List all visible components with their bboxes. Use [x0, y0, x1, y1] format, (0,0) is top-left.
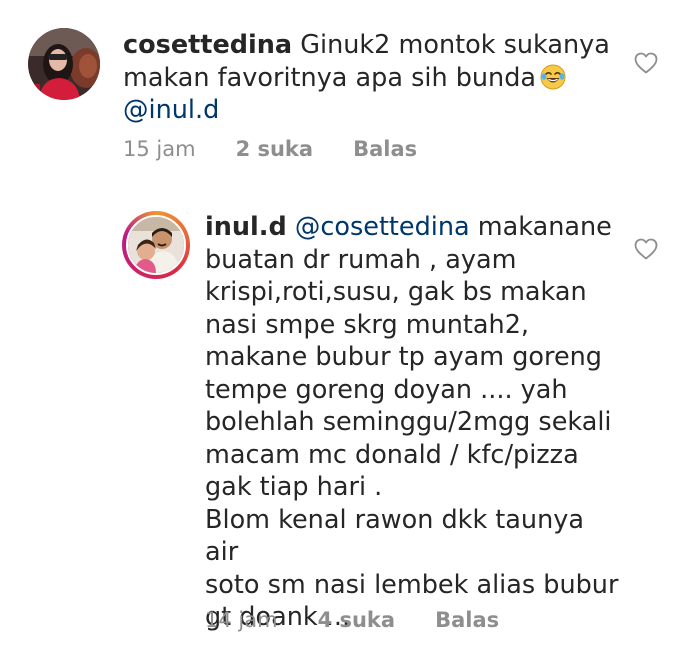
likes-count-button[interactable]: 2 suka: [236, 137, 314, 161]
reply-meta: 14 jam 4 suka Balas: [205, 608, 539, 632]
avatar-inul-d[interactable]: [126, 215, 186, 275]
reply-button[interactable]: Balas: [353, 137, 417, 161]
mention-link[interactable]: @inul.d: [123, 95, 219, 125]
mention-link[interactable]: @cosettedina: [295, 212, 470, 242]
avatar-cosettedina[interactable]: [28, 28, 100, 100]
comment-body: cosettedina Ginuk2 montok sukanya makan …: [123, 29, 623, 127]
tears-of-joy-emoji-icon: [540, 64, 566, 90]
heart-outline-icon[interactable]: [634, 52, 658, 74]
comment-timestamp: 15 jam: [123, 137, 196, 161]
comment-text-line: gak tiap hari .: [205, 472, 383, 502]
comment-text-line: makanane: [477, 212, 612, 242]
comment-text-line: buatan dr rumah , ayam: [205, 244, 517, 275]
likes-count-button[interactable]: 4 suka: [318, 608, 396, 632]
comment-text-line: makane bubur tp ayam goreng: [205, 342, 602, 372]
reply-button[interactable]: Balas: [435, 608, 499, 632]
comment-text-line: macam mc donald / kfc/pizza: [205, 439, 579, 470]
comment-cosettedina: cosettedina Ginuk2 montok sukanya makan …: [0, 0, 700, 190]
comment-text-line: soto sm nasi lembek alias bubur: [205, 569, 619, 600]
reply-body: inul.d @cosettedina makanane buatan dr r…: [205, 211, 625, 634]
comment-text-line: tempe goreng doyan .... yah: [205, 374, 568, 405]
comment-text-line: Ginuk2 montok sukanya: [300, 30, 610, 60]
comment-text-line: makan favoritnya apa sih bunda: [123, 62, 537, 93]
comment-timestamp: 14 jam: [205, 608, 278, 632]
heart-outline-icon[interactable]: [634, 238, 658, 260]
comment-text-line: nasi smpe skrg muntah2,: [205, 309, 530, 340]
comment-text-line: Blom kenal rawon dkk taunya air: [205, 504, 584, 568]
comment-username[interactable]: inul.d: [205, 212, 287, 242]
comment-text-line: bolehlah seminggu/2mgg sekali: [205, 407, 612, 437]
comment-meta: 15 jam 2 suka Balas: [123, 137, 457, 161]
comment-text-line: krispi,roti,susu, gak bs makan: [205, 277, 587, 307]
comment-username[interactable]: cosettedina: [123, 30, 292, 60]
